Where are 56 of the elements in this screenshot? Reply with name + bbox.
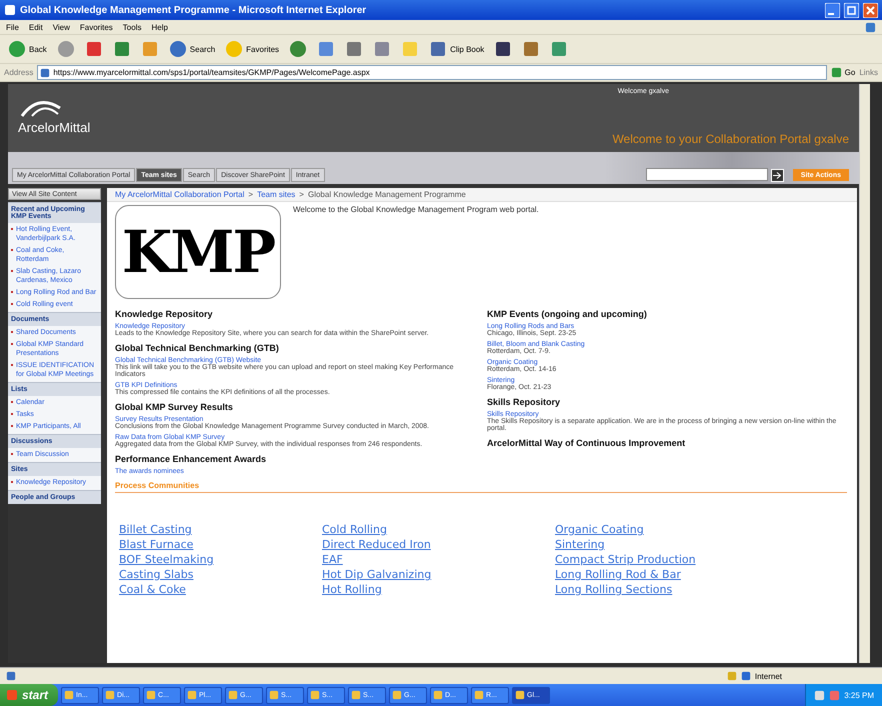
- community-link[interactable]: Long Rolling Sections: [555, 583, 847, 596]
- close-button[interactable]: [863, 2, 878, 18]
- search-field[interactable]: [646, 168, 768, 181]
- community-link[interactable]: Organic Coating: [555, 523, 847, 536]
- section-heading: Global Technical Benchmarking (GTB): [115, 343, 280, 353]
- community-link[interactable]: Long Rolling Rod & Bar: [555, 568, 847, 581]
- menu-item[interactable]: File: [6, 22, 19, 32]
- zone-label: Internet: [754, 672, 782, 680]
- section-heading: KMP Events (ongoing and upcoming): [487, 309, 648, 319]
- section-heading: Global KMP Survey Results: [115, 402, 234, 412]
- community-link[interactable]: Billet Casting: [119, 523, 322, 536]
- process-communities-heading: Process Communities: [115, 481, 847, 493]
- menu-item[interactable]: Tools: [122, 22, 142, 32]
- start-button[interactable]: start: [0, 684, 58, 706]
- kmp-logo: KMP: [115, 205, 281, 299]
- address-label: Address: [4, 68, 34, 77]
- scrollbar[interactable]: [859, 84, 870, 663]
- address-field[interactable]: https://www.myarcelormittal.com/sps1/portal/teamsites/GKMP/Pages/WelcomePage.aspx: [37, 65, 827, 80]
- menu-item[interactable]: View: [52, 22, 70, 32]
- clock: 3:25 PM: [844, 690, 874, 700]
- clipbook-button[interactable]: Clip Book: [427, 38, 486, 60]
- minimize-button[interactable]: [825, 2, 840, 18]
- breadcrumb-link[interactable]: Team sites: [257, 190, 296, 199]
- section-heading: ArcelorMittal Way of Continuous Improvement: [487, 438, 686, 448]
- welcome-title: Welcome to your Collaboration Portal gxalve: [612, 132, 849, 146]
- logo-text: ArcelorMittal: [18, 120, 90, 135]
- breadcrumb-link[interactable]: My ArcelorMittal Collaboration Portal: [115, 190, 244, 199]
- section-heading: Knowledge Repository: [115, 309, 214, 319]
- breadcrumb-current: Global Knowledge Management Programme: [308, 190, 466, 199]
- menu-item[interactable]: Favorites: [80, 22, 113, 32]
- menu-item[interactable]: Help: [151, 22, 168, 32]
- section-heading: Skills Repository: [487, 397, 562, 407]
- breadcrumb-separator: >: [299, 190, 304, 199]
- back-button[interactable]: Back: [6, 38, 49, 60]
- welcome-text: Welcome to the Global Knowledge Management Program web portal.: [293, 205, 539, 216]
- search-button[interactable]: [770, 169, 784, 182]
- section-heading: Performance Enhancement Awards: [115, 454, 268, 464]
- community-link[interactable]: Hot Rolling: [322, 583, 555, 596]
- community-link[interactable]: Hot Dip Galvanizing: [322, 568, 555, 581]
- maximize-button[interactable]: [844, 2, 859, 18]
- search-button[interactable]: Search: [166, 38, 218, 60]
- community-link[interactable]: Direct Reduced Iron: [322, 538, 555, 551]
- menu-item[interactable]: Edit: [28, 22, 43, 32]
- go-button[interactable]: Go: [830, 67, 856, 78]
- breadcrumb-separator: >: [248, 190, 254, 199]
- community-link[interactable]: Blast Furnace: [119, 538, 322, 551]
- community-link[interactable]: EAF: [322, 553, 555, 566]
- community-link[interactable]: BOF Steelmaking: [119, 553, 322, 566]
- community-link[interactable]: Coal & Coke: [119, 583, 322, 596]
- community-link[interactable]: Casting Slabs: [119, 568, 322, 581]
- community-link[interactable]: Cold Rolling: [322, 523, 555, 536]
- links-label[interactable]: Links: [859, 68, 878, 77]
- community-link[interactable]: Sintering: [555, 538, 847, 551]
- favorites-button[interactable]: Favorites: [223, 38, 282, 60]
- community-link[interactable]: Compact Strip Production: [555, 553, 847, 566]
- window-title: Global Knowledge Management Programme - Microsoft Internet Explorer: [20, 4, 368, 16]
